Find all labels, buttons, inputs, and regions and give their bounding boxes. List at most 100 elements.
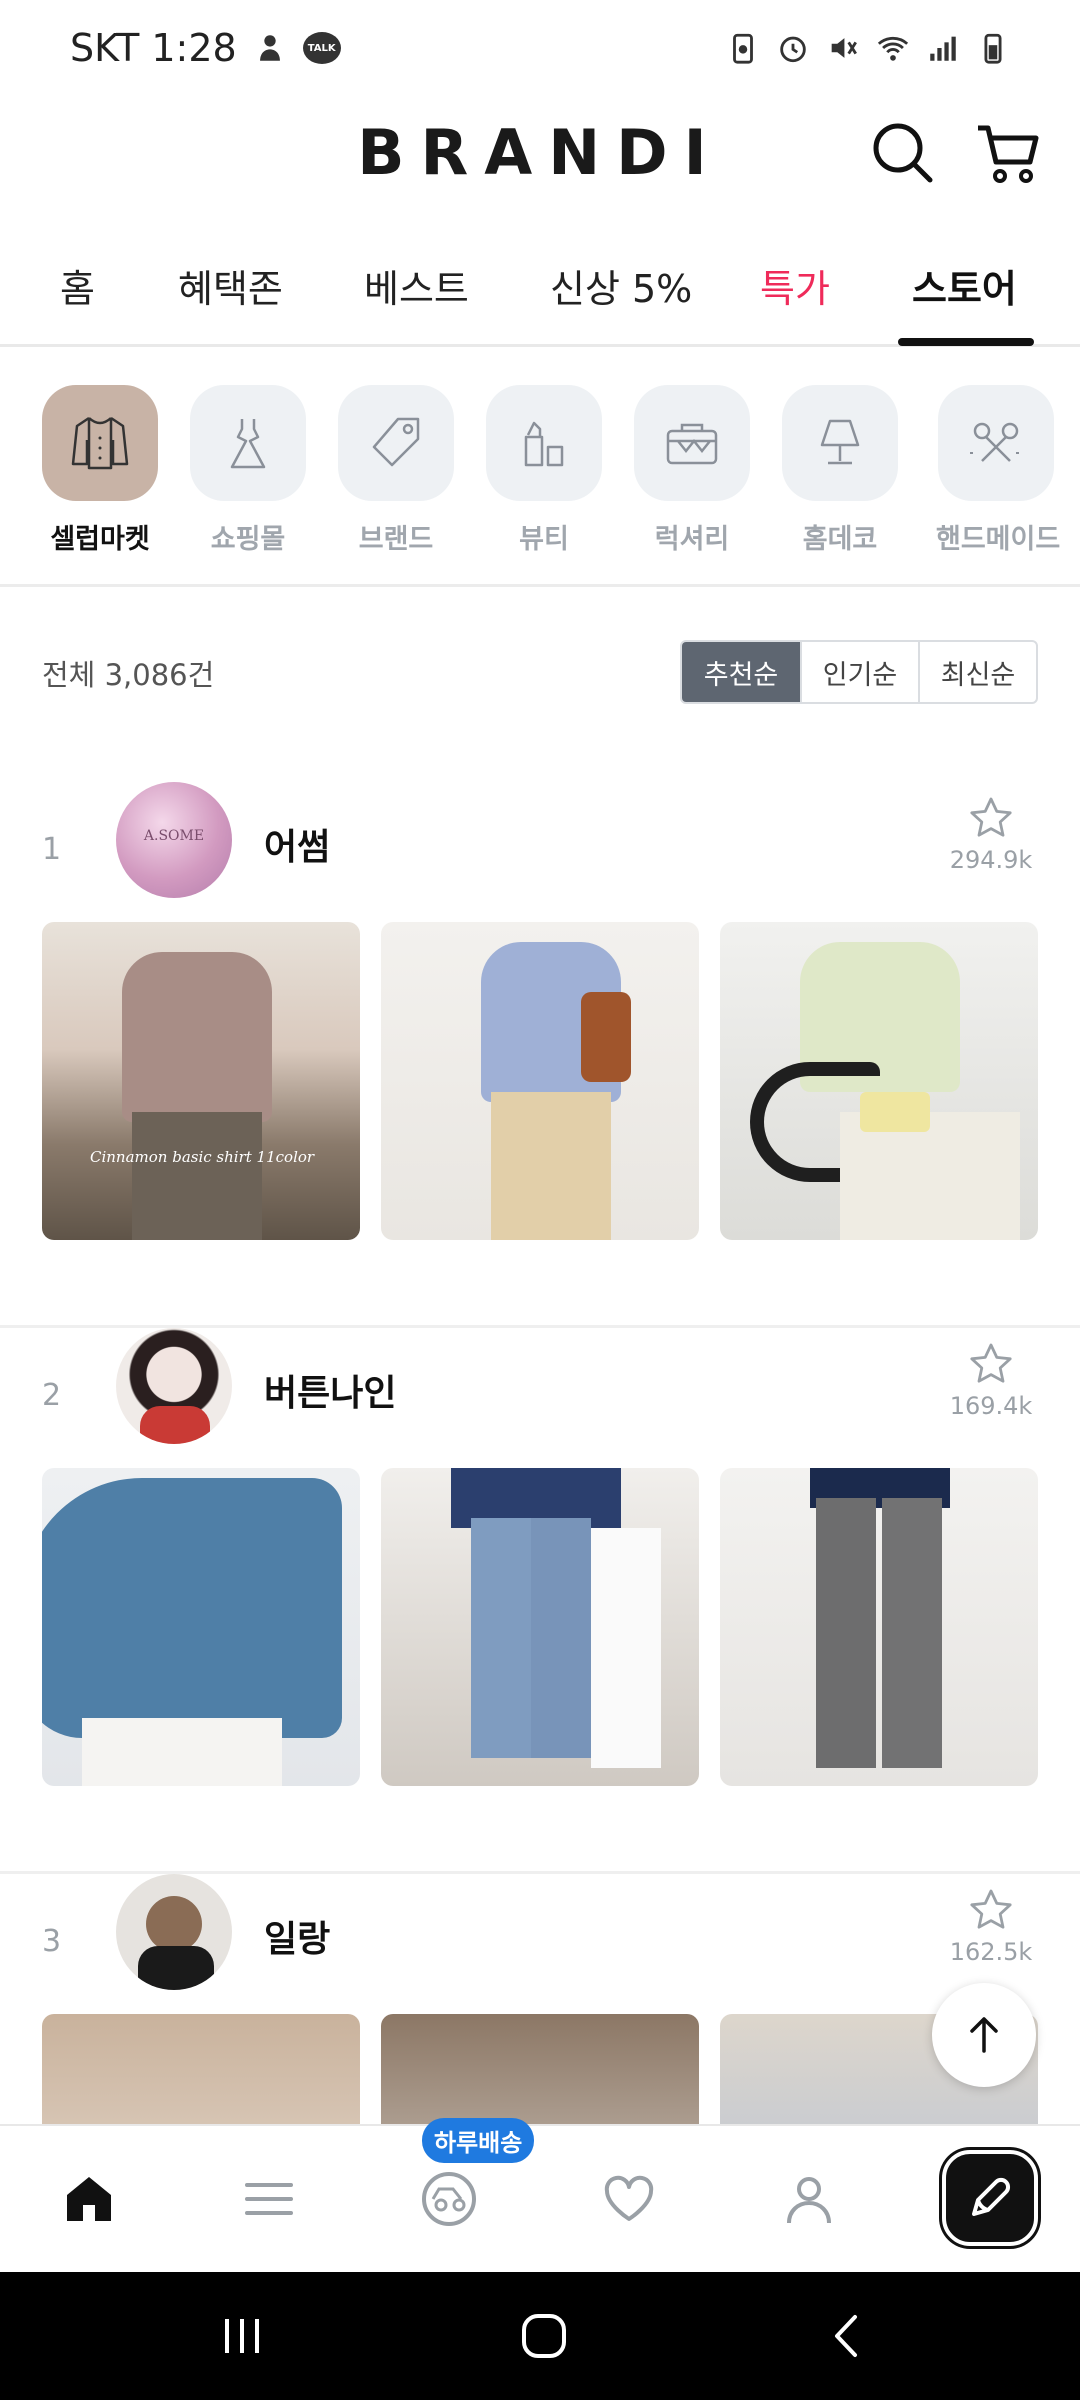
- wifi-icon: [877, 36, 909, 61]
- category-handmade[interactable]: 핸드메이드: [936, 385, 1061, 556]
- tab-new[interactable]: 신상 5%: [550, 258, 692, 313]
- store-name[interactable]: 버튼나인: [264, 1364, 396, 1416]
- category-icon-box: [190, 385, 306, 501]
- category-label: 셀럽마켓: [50, 524, 150, 555]
- home-system-icon: [522, 2314, 566, 2358]
- cart-button[interactable]: [972, 118, 1042, 188]
- avatar[interactable]: [116, 1328, 232, 1444]
- store-name[interactable]: 일랑: [264, 1910, 330, 1962]
- tab-home[interactable]: 홈: [60, 258, 95, 313]
- category-luxury[interactable]: 럭셔리: [632, 385, 752, 556]
- store-thumbnails: Cinnamon basic shirt 11color: [42, 922, 1038, 1240]
- sort-options: 추천순 인기순 최신순: [680, 640, 1038, 704]
- app-header: BRANDI: [0, 96, 1080, 212]
- feed-button[interactable]: [942, 2150, 1038, 2246]
- nav-delivery[interactable]: [404, 2154, 494, 2244]
- heart-icon: [604, 2175, 654, 2221]
- battery-icon: [984, 33, 1002, 64]
- cart-icon: [978, 125, 1039, 183]
- favorite-count: 294.9k: [949, 846, 1033, 874]
- menu-icon: [245, 2183, 293, 2215]
- category-brand[interactable]: 브랜드: [336, 385, 456, 556]
- category-home-deco[interactable]: 홈데코: [780, 385, 900, 556]
- status-time: SKT 1:28: [70, 26, 237, 70]
- thumbnail-caption: Cinnamon basic shirt 11color: [90, 1148, 315, 1166]
- star-icon: [970, 1343, 1012, 1383]
- favorite-count: 169.4k: [949, 1392, 1033, 1420]
- category-label: 럭셔리: [654, 524, 730, 555]
- sort-popular[interactable]: 인기순: [800, 642, 918, 702]
- main-tabs: 홈 혜택존 베스트 신상 5% 특가 스토어: [0, 212, 1080, 347]
- category-icon-box: [782, 385, 898, 501]
- scroll-top-button[interactable]: [932, 1983, 1036, 2087]
- home-system-button[interactable]: [514, 2306, 574, 2366]
- signal-icon: [930, 36, 956, 61]
- jacket-icon: [71, 416, 129, 470]
- bag-icon: [666, 423, 718, 465]
- sort-recommended[interactable]: 추천순: [682, 642, 800, 702]
- profile-icon: [787, 2177, 831, 2224]
- product-thumbnail[interactable]: [381, 2014, 699, 2124]
- system-navigation-bar: [0, 2272, 1080, 2400]
- bottom-navigation: 하루배송: [0, 2118, 1080, 2272]
- store-name[interactable]: 어썸: [264, 818, 330, 870]
- talk-icon: TALK: [302, 32, 341, 64]
- tab-best[interactable]: 베스트: [364, 258, 469, 313]
- avatar[interactable]: [116, 1874, 232, 1990]
- delivery-icon: [422, 2172, 476, 2226]
- status-bar: SKT 1:28 TALK: [0, 0, 1080, 96]
- dress-icon: [230, 419, 266, 469]
- category-beauty[interactable]: 뷰티: [484, 385, 604, 556]
- nav-home[interactable]: [44, 2154, 134, 2244]
- store-thumbnails: [42, 2014, 1038, 2124]
- home-icon: [67, 2177, 111, 2221]
- store-item[interactable]: 1 A.SOME 어썸 294.9k Cinnamon basic shirt …: [0, 782, 1080, 1328]
- store-categories: 셀럽마켓 쇼핑몰 브랜드 뷰티 럭셔리 홈데코 핸드메이드: [0, 347, 1080, 587]
- nav-profile[interactable]: [764, 2154, 854, 2244]
- sort-latest[interactable]: 최신순: [918, 642, 1036, 702]
- favorite-count: 162.5k: [949, 1938, 1033, 1966]
- arrow-up-icon: [970, 2017, 998, 2053]
- product-thumbnail[interactable]: [381, 1468, 699, 1786]
- mute-icon: [831, 38, 857, 58]
- alarm-icon: [780, 36, 806, 63]
- tab-store[interactable]: 스토어: [912, 258, 1017, 313]
- category-icon-box: [338, 385, 454, 501]
- back-button[interactable]: [818, 2306, 878, 2366]
- back-icon: [835, 2315, 857, 2357]
- favorite-button[interactable]: 162.5k: [946, 1886, 1036, 1966]
- category-celeb-market[interactable]: 셀럽마켓: [40, 385, 160, 556]
- recent-apps-icon: [225, 2319, 259, 2353]
- store-thumbnails: [42, 1468, 1038, 1786]
- avatar-text: A.SOME: [143, 828, 205, 844]
- favorite-button[interactable]: 169.4k: [946, 1340, 1036, 1420]
- category-icon-box: [486, 385, 602, 501]
- store-rank: 2: [42, 1378, 62, 1413]
- category-icon-box: [42, 385, 158, 501]
- product-thumbnail[interactable]: [381, 922, 699, 1240]
- battery-saver-icon: [733, 33, 753, 64]
- search-button[interactable]: [868, 118, 938, 188]
- lamp-icon: [820, 419, 860, 465]
- category-label: 브랜드: [358, 524, 434, 555]
- store-item[interactable]: 2 버튼나인 169.4k: [0, 1328, 1080, 1874]
- total-count: 전체 3,086건: [42, 658, 215, 692]
- category-label: 핸드메이드: [936, 524, 1061, 555]
- product-thumbnail[interactable]: Cinnamon basic shirt 11color: [42, 922, 360, 1240]
- tab-special[interactable]: 특가: [760, 258, 830, 313]
- category-icon-box: [938, 385, 1054, 501]
- product-thumbnail[interactable]: [42, 1468, 360, 1786]
- nav-wishlist[interactable]: [584, 2154, 674, 2244]
- category-shopping-mall[interactable]: 쇼핑몰: [188, 385, 308, 556]
- tab-benefit-zone[interactable]: 혜택존: [178, 258, 283, 313]
- nav-menu[interactable]: [224, 2154, 314, 2244]
- favorite-button[interactable]: 294.9k: [946, 794, 1036, 874]
- search-icon: [873, 123, 933, 183]
- lipstick-icon: [524, 421, 564, 467]
- product-thumbnail[interactable]: [720, 1468, 1038, 1786]
- scissors-icon: [970, 422, 1022, 462]
- avatar[interactable]: A.SOME: [116, 782, 232, 898]
- recent-apps-button[interactable]: [212, 2306, 272, 2366]
- product-thumbnail[interactable]: [42, 2014, 360, 2124]
- product-thumbnail[interactable]: [720, 922, 1038, 1240]
